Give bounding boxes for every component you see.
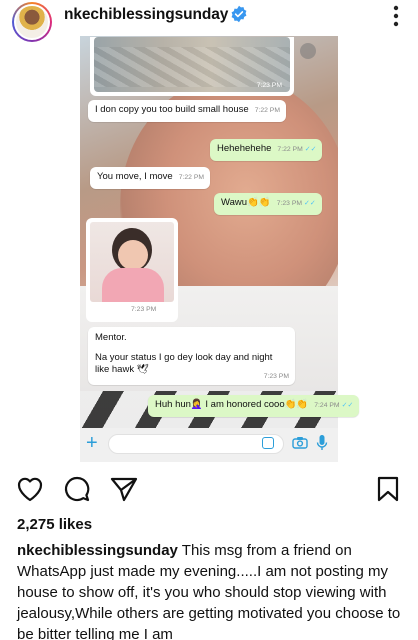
plus-icon: +: [86, 432, 98, 454]
chat-message-text: Huh hun🤦‍♀️ I am honored cooo👏👏: [155, 399, 309, 410]
chat-message-time: 7:22 PM: [277, 146, 303, 153]
chat-message-text: You move, I move: [97, 171, 173, 182]
chat-photo-bubble: 7:23 PM: [86, 218, 178, 322]
chat-message-time: 7:23 PM: [263, 373, 289, 380]
heart-icon[interactable]: [15, 474, 45, 504]
comment-icon[interactable]: [62, 474, 92, 504]
chat-message: Huh hun🤦‍♀️ I am honored cooo👏👏 7:24 PM ✓✓: [148, 395, 360, 417]
more-options-icon[interactable]: [386, 2, 406, 30]
chat-message-time: 7:22 PM: [254, 107, 280, 114]
chat-message-line: Na your status I go dey look day and nig…: [95, 352, 273, 363]
username[interactable]: nkechiblessingsunday: [64, 6, 228, 24]
chat-message-text: Wawu👏👏: [221, 197, 271, 208]
chat-message-time: 7:23 PM: [276, 200, 303, 207]
post-header: nkechiblessingsunday: [0, 0, 418, 42]
chat-image-time: 7:23 PM: [256, 82, 282, 89]
chat-message: I don copy you too build small house 7:22…: [88, 100, 286, 122]
avatar[interactable]: [12, 2, 52, 42]
chat-message-text: Hehehehehe: [217, 143, 272, 154]
chat-image-bubble: 7:23 PM: [90, 37, 294, 96]
chat-message-text: I don copy you too build small house: [95, 104, 249, 115]
paper-plane-icon[interactable]: [109, 474, 139, 504]
house-photo: 7:23 PM: [94, 37, 290, 92]
read-ticks-icon: ✓✓: [341, 402, 354, 409]
chat-message-line: like hawk 🕊: [95, 364, 149, 375]
chat-message-time: 7:24 PM: [314, 402, 340, 409]
chat-message-line: Mentor.: [95, 332, 127, 343]
forward-icon: [300, 43, 316, 59]
microphone-icon: [316, 435, 328, 450]
camera-icon: [292, 437, 308, 449]
likes-count[interactable]: 2,275 likes: [17, 516, 92, 533]
avatar-image: [14, 4, 50, 40]
read-ticks-icon: ✓✓: [304, 200, 316, 207]
chat-composer: +: [80, 428, 338, 462]
child-photo: [90, 222, 174, 302]
chat-message-long: Mentor. Na your status I go dey look day…: [88, 327, 295, 385]
post-actions: [0, 470, 418, 506]
chat-message: Wawu👏👏 7:23 PM ✓✓: [214, 193, 322, 215]
chat-photo-time: 7:23 PM: [131, 306, 157, 313]
sticker-icon: [262, 437, 274, 449]
message-input: [108, 434, 284, 454]
caption-username[interactable]: nkechiblessingsunday: [17, 542, 178, 559]
chat-message: You move, I move 7:22 PM: [90, 167, 211, 189]
chat-message: Hehehehehe 7:22 PM ✓✓: [210, 139, 323, 161]
post-caption: nkechiblessingsunday This msg from a fri…: [17, 540, 409, 640]
bookmark-icon[interactable]: [373, 474, 403, 504]
chat-message-time: 7:22 PM: [178, 174, 205, 181]
read-ticks-icon: ✓✓: [304, 146, 317, 153]
verified-badge-icon: [231, 5, 247, 23]
